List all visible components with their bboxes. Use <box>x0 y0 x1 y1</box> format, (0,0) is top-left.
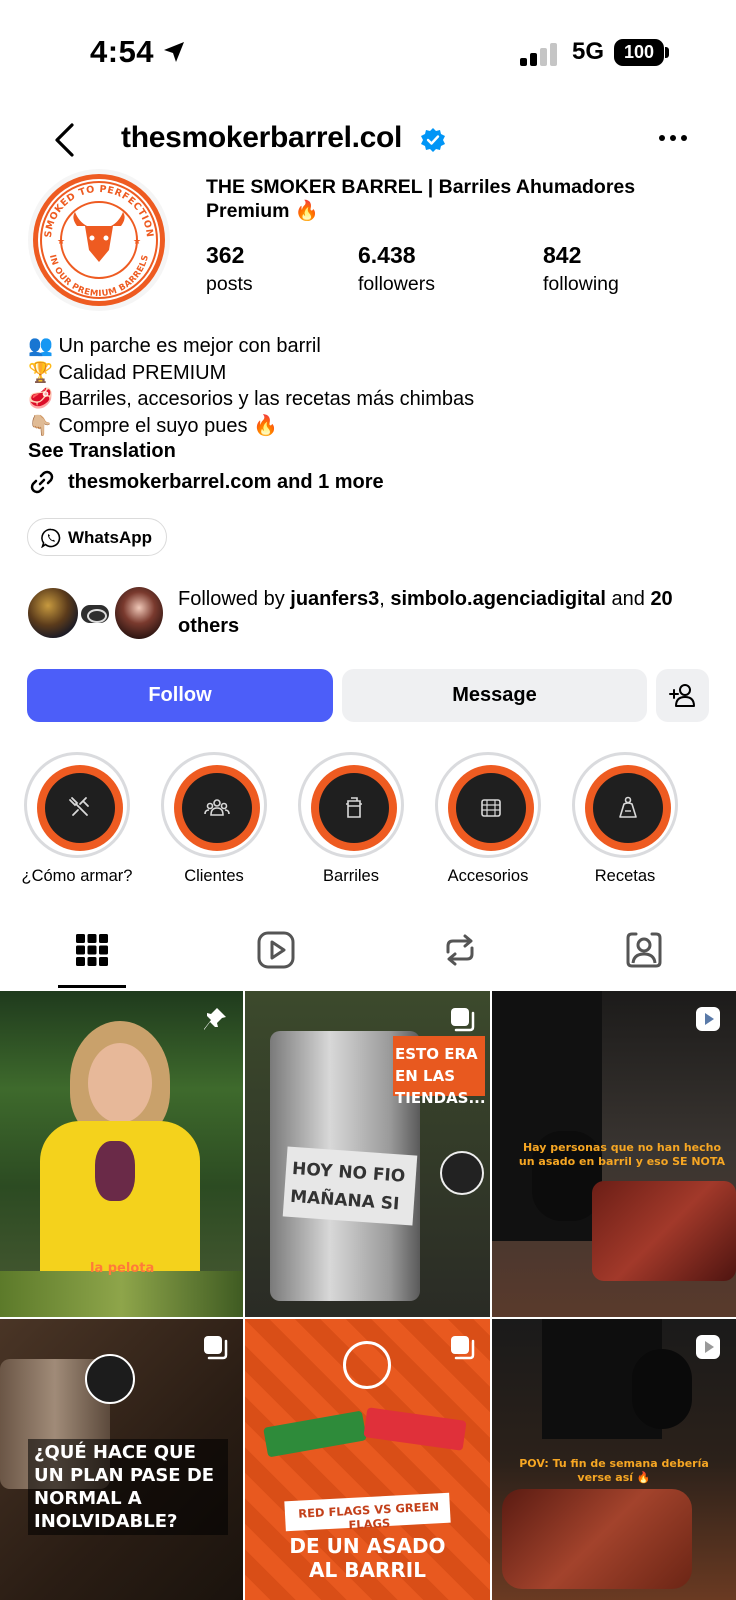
back-icon[interactable] <box>52 122 76 158</box>
carousel-icon <box>451 1008 475 1032</box>
display-name: THE SMOKER BARREL | Barriles Ahumadores … <box>206 176 636 222</box>
stat-following-value: 842 <box>543 242 582 268</box>
bio-line: 👥 Un parche es mejor con barril <box>28 335 321 357</box>
carousel-icon <box>451 1336 475 1360</box>
followed-by-sep: , <box>379 588 391 610</box>
profile-avatar[interactable]: SMOKED TO PERFECTION IN OUR PREMIUM BARR… <box>27 168 171 312</box>
more-options-icon[interactable] <box>658 134 688 142</box>
status-time: 4:54 <box>90 34 155 69</box>
active-tab-indicator <box>58 985 126 988</box>
follow-button[interactable]: Follow <box>27 669 333 722</box>
svg-text:★: ★ <box>133 236 141 246</box>
chef-icon <box>619 796 637 818</box>
highlight-label: Recetas <box>594 867 656 885</box>
battery-icon: 100 <box>614 39 664 66</box>
carousel-icon <box>204 1336 228 1360</box>
profile-bio: 👥 Un parche es mejor con barril 🏆 Calida… <box>28 333 718 439</box>
follower-avatar <box>113 585 165 641</box>
whatsapp-label: WhatsApp <box>68 528 153 547</box>
link-icon <box>30 470 54 494</box>
bio-line: 🥩 Barriles, accesorios y las recetas más… <box>28 388 475 410</box>
profile-username: thesmokerbarrel.col <box>121 121 403 154</box>
add-person-icon <box>669 684 695 707</box>
battery-tip <box>665 47 669 58</box>
highlight-clientes[interactable]: Clientes <box>159 752 269 885</box>
post-caption-overlay: ¿QUÉ HACE QUE UN PLAN PASE DE NORMAL A I… <box>28 1439 228 1535</box>
post-caption-overlay: HOY NO FIO MAÑANA SI <box>289 1158 406 1215</box>
see-translation-link[interactable]: See Translation <box>28 440 176 463</box>
tools-icon <box>69 797 89 816</box>
highlight-ring <box>572 752 678 858</box>
post-caption-overlay: ESTO ERA EN LAS TIENDAS... <box>395 1045 486 1107</box>
stat-posts[interactable]: 362 posts <box>206 242 253 296</box>
whatsapp-button[interactable]: WhatsApp <box>27 518 167 556</box>
bio-line: 🏆 Calidad PREMIUM <box>28 361 227 384</box>
highlight-como-armar[interactable]: ¿Cómo armar? <box>22 752 132 885</box>
stat-followers[interactable]: 6.438 followers <box>358 242 435 296</box>
post-thumbnail[interactable]: ¿QUÉ HACE QUE UN PLAN PASE DE NORMAL A I… <box>0 1319 243 1600</box>
post-thumbnail[interactable]: ESTO ERA EN LAS TIENDAS... HOY NO FIO MA… <box>245 991 490 1317</box>
message-button[interactable]: Message <box>342 669 647 722</box>
pin-icon <box>204 1008 226 1030</box>
tagged-icon <box>626 932 662 968</box>
grill-icon <box>481 799 501 817</box>
follower-avatar <box>79 603 111 625</box>
reels-icon <box>257 931 295 969</box>
reel-icon <box>696 1007 720 1031</box>
post-thumbnail[interactable]: POV: Tu fin de semana debería verse así … <box>492 1319 736 1600</box>
profile-tabs <box>0 920 736 990</box>
whatsapp-icon <box>41 528 61 548</box>
highlight-accesorios[interactable]: Accesorios <box>433 752 543 885</box>
verified-badge-icon <box>421 128 445 152</box>
network-type: 5G <box>572 38 605 65</box>
highlight-ring <box>161 752 267 858</box>
followed-by-user: juanfers3 <box>290 588 380 610</box>
reel-icon <box>696 1335 720 1359</box>
stat-followers-value: 6.438 <box>358 242 416 268</box>
post-caption-overlay: DE UN ASADO AL BARRIL <box>289 1534 446 1582</box>
stat-followers-label: followers <box>358 273 435 295</box>
posts-grid: la pelota ESTO ERA EN LAS TIENDAS... HOY… <box>0 991 736 1600</box>
tab-tagged[interactable] <box>624 930 664 970</box>
svg-text:★: ★ <box>57 236 65 246</box>
stat-posts-value: 362 <box>206 242 245 268</box>
post-caption-overlay: POV: Tu fin de semana debería verse así … <box>519 1457 709 1484</box>
post-caption-overlay: la pelota <box>90 1261 155 1276</box>
tab-reposts[interactable] <box>440 930 480 970</box>
tab-reels[interactable] <box>256 930 296 970</box>
highlight-label: Accesorios <box>447 867 529 885</box>
highlight-recetas[interactable]: Recetas <box>570 752 680 885</box>
post-thumbnail[interactable]: Hay personas que no han hecho un asado e… <box>492 991 736 1317</box>
stat-following-label: following <box>543 273 619 295</box>
people-icon <box>204 799 230 816</box>
highlight-ring <box>24 752 130 858</box>
follower-avatar <box>26 586 80 640</box>
followed-by-and: and <box>605 588 651 610</box>
highlight-label: Barriles <box>323 867 379 885</box>
stat-posts-label: posts <box>206 273 253 295</box>
bio-line: 👇🏼 Compre el suyo pues 🔥 <box>28 414 278 437</box>
stat-following[interactable]: 842 following <box>543 242 619 296</box>
highlight-barriles[interactable]: Barriles <box>296 752 406 885</box>
grid-icon <box>76 934 108 966</box>
highlight-label: Clientes <box>184 867 244 885</box>
barrel-icon <box>346 797 362 818</box>
post-thumbnail[interactable]: la pelota <box>0 991 243 1317</box>
post-caption-overlay: Hay personas que no han hecho un asado e… <box>518 1141 726 1168</box>
profile-link-text: thesmokerbarrel.com and 1 more <box>68 471 384 493</box>
cellular-signal-icon <box>520 42 560 66</box>
followed-by-user: simbolo.agenciadigital <box>390 588 606 610</box>
reposts-icon <box>446 934 474 966</box>
highlight-ring <box>298 752 404 858</box>
post-thumbnail[interactable]: RED FLAGS VS GREEN FLAGS DE UN ASADO AL … <box>245 1319 490 1600</box>
highlight-ring <box>435 752 541 858</box>
status-bar: 4:54 5G 100 <box>0 0 736 100</box>
highlight-label: ¿Cómo armar? <box>21 867 133 885</box>
location-arrow-icon <box>164 42 184 62</box>
suggested-users-button[interactable] <box>656 669 709 722</box>
tab-posts[interactable] <box>72 930 112 970</box>
followed-by-prefix: Followed by <box>178 588 291 610</box>
followed-by-text[interactable]: Followed by juanfers3, simbolo.agenciadi… <box>178 586 718 640</box>
